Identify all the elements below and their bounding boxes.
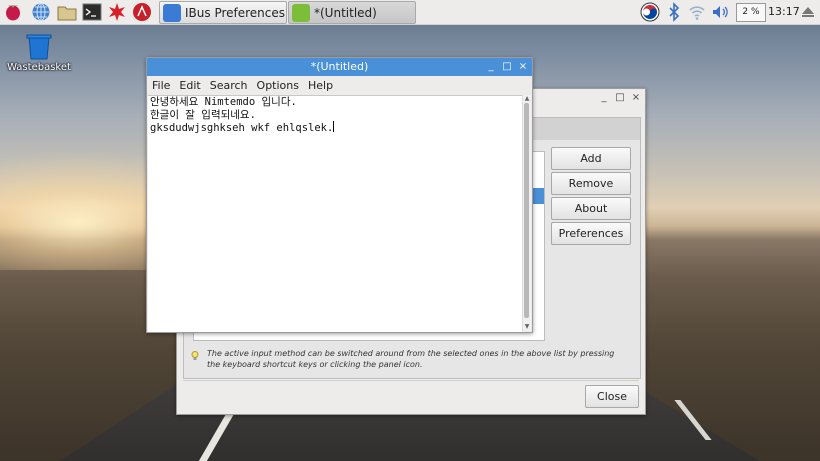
math-kernel-icon[interactable] [107,2,127,22]
preferences-button[interactable]: Preferences [551,222,631,245]
menu-edit[interactable]: Edit [179,79,200,92]
menu-options[interactable]: Options [257,79,299,92]
file-manager-icon[interactable] [57,2,77,22]
text-line: 한글이 잘 입력되네요. [150,108,256,121]
minimize-button[interactable]: _ [484,58,498,76]
eject-icon[interactable] [800,2,820,22]
maximize-button[interactable]: □ [613,89,627,107]
cpu-monitor[interactable]: 2 % [736,3,766,22]
clock-time: 13:17 [768,5,800,18]
add-button[interactable]: Add [551,147,631,170]
text-editor-window: *(Untitled) _ □ × File Edit Search Optio… [146,57,533,333]
raspberry-menu-icon[interactable] [3,2,23,22]
clock[interactable]: 13:17 [768,0,800,24]
maximize-button[interactable]: □ [500,58,514,76]
divider [183,380,639,381]
close-window-button[interactable]: × [516,58,530,76]
text-editor-icon [292,3,310,22]
wastebasket-icon[interactable] [26,33,52,60]
input-method-info: The active input method can be switched … [191,348,627,370]
scroll-down-arrow[interactable]: ▼ [523,323,531,331]
task-ibus-preferences[interactable]: IBus Preferences [159,1,287,24]
text-area[interactable]: 안녕하세요 Nimtemdo 입니다. 한글이 잘 입력되네요. gksdudwjs… [148,95,522,332]
volume-icon[interactable] [710,2,730,22]
window-title: *(Untitled) [310,60,369,73]
wifi-icon[interactable] [687,2,707,22]
task-label: *(Untitled) [314,5,377,20]
menu-bar: File Edit Search Options Help [147,76,532,94]
selected-input-method[interactable] [532,188,544,204]
vertical-scrollbar[interactable]: ▲ ▼ [522,95,531,331]
about-button[interactable]: About [551,197,631,220]
gear-icon [163,3,181,22]
scroll-up-arrow[interactable]: ▲ [523,95,531,103]
close-window-button[interactable]: × [629,89,643,107]
editor-titlebar[interactable]: *(Untitled) _ □ × [147,58,532,76]
minimize-button[interactable]: _ [597,89,611,107]
ibus-korean-icon[interactable] [640,2,660,22]
text-line: 안녕하세요 Nimtemdo 입니다. [150,96,297,108]
text-caret [333,121,335,132]
wastebasket-label: Wastebasket [7,62,71,73]
task-label: IBus Preferences [185,5,286,20]
menu-search[interactable]: Search [210,79,248,92]
wolfram-icon[interactable] [132,2,152,22]
text-line-content: gksdudwjsghkseh wkf ehlqslek. [150,122,334,134]
web-browser-icon[interactable] [31,2,51,22]
remove-button[interactable]: Remove [551,172,631,195]
top-panel: IBus Preferences *(Untitled) 2 % 13:17 [0,0,820,25]
close-button[interactable]: Close [585,385,639,408]
cpu-usage: 2 % [742,7,760,17]
bluetooth-icon[interactable] [664,2,684,22]
lightbulb-icon [191,351,199,361]
terminal-icon[interactable] [82,2,102,22]
task-untitled-editor[interactable]: *(Untitled) [288,1,416,24]
info-text: The active input method can be switched … [207,349,615,369]
menu-file[interactable]: File [152,79,170,92]
scrollbar-thumb[interactable] [524,103,529,318]
document-text[interactable]: 안녕하세요 Nimtemdo 입니다. 한글이 잘 입력되네요. gksdudwjs… [150,96,335,135]
menu-help[interactable]: Help [308,79,333,92]
text-line: gksdudwjsghkseh wkf ehlqslek. [150,121,335,134]
